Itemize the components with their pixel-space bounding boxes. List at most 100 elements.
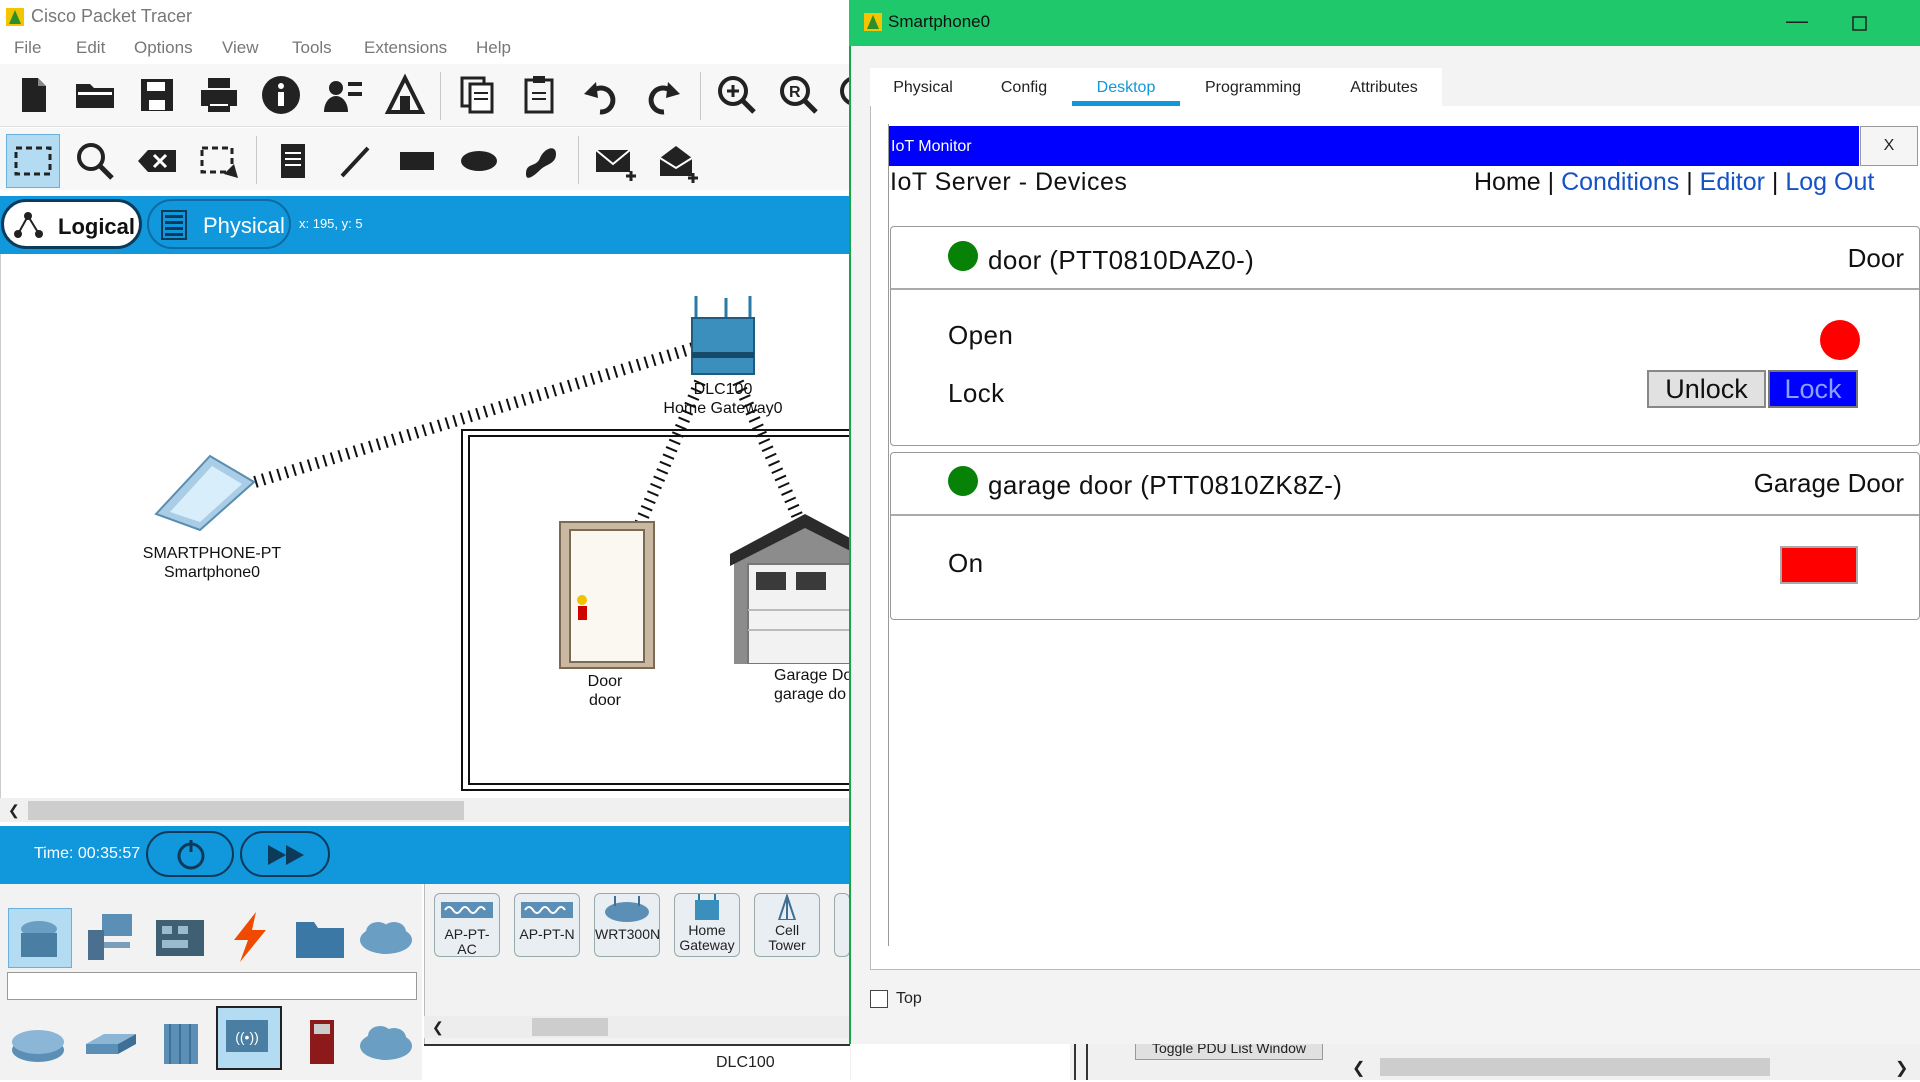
logical-mode-button[interactable]: Logical <box>1 199 142 249</box>
draw-line-icon[interactable] <box>330 136 380 186</box>
hubs-category[interactable] <box>150 1014 210 1072</box>
home-gateway-icon <box>695 894 719 920</box>
iot-close-button[interactable]: X <box>1860 126 1918 166</box>
packet-tracer-logo-icon <box>4 6 26 28</box>
fast-forward-time-button[interactable] <box>240 831 330 877</box>
smartphone-name: Smartphone0 <box>163 564 261 581</box>
card-divider <box>891 288 1919 290</box>
menu-file[interactable]: File <box>14 38 41 58</box>
device-wrt300n[interactable]: WRT300N <box>594 893 660 957</box>
cursor-coordinates: x: 195, y: 5 <box>299 216 363 231</box>
wireless-devices-category-selected[interactable]: ((•)) <box>216 1006 282 1070</box>
complex-pdu-icon[interactable] <box>652 136 702 186</box>
redo-icon[interactable] <box>638 70 688 120</box>
home-gateway-device-icon[interactable] <box>686 292 760 384</box>
simple-pdu-icon[interactable] <box>590 136 640 186</box>
tab-attributes[interactable]: Attributes <box>1326 70 1442 106</box>
switches-category[interactable] <box>80 1014 140 1072</box>
freeform-icon[interactable] <box>516 136 566 186</box>
menu-help[interactable]: Help <box>476 38 511 58</box>
physical-mode-button[interactable]: Physical <box>147 199 291 249</box>
smartphone-window-title: Smartphone0 <box>888 12 991 31</box>
lock-button[interactable]: Lock <box>1768 370 1858 408</box>
tab-physical[interactable]: Physical <box>870 70 976 106</box>
device-home-gateway[interactable]: Home Gateway <box>674 893 740 957</box>
workspace-scroll-thumb[interactable] <box>28 801 464 820</box>
smartphone-window-titlebar[interactable] <box>849 0 1920 46</box>
nav-separator: | <box>1547 168 1555 196</box>
paste-icon[interactable] <box>514 70 564 120</box>
select-icon[interactable] <box>8 136 58 186</box>
door-device-icon[interactable] <box>558 520 656 670</box>
save-icon[interactable] <box>132 70 182 120</box>
garage-on-label: On <box>948 548 984 578</box>
undo-icon[interactable] <box>576 70 626 120</box>
menu-tools[interactable]: Tools <box>292 38 332 58</box>
tab-programming[interactable]: Programming <box>1180 70 1326 106</box>
device-ap-pt-n[interactable]: AP-PT-N <box>514 893 580 957</box>
miscellaneous-category[interactable] <box>290 908 350 966</box>
menu-options[interactable]: Options <box>134 38 193 58</box>
menu-view[interactable]: View <box>222 38 259 58</box>
nav-home-link[interactable]: Home <box>1474 168 1541 196</box>
iot-nav: Home | Conditions | Editor | Log Out <box>1474 168 1874 197</box>
pdu-scroll-left-icon[interactable]: ❮ <box>1352 1058 1372 1078</box>
open-folder-icon[interactable] <box>70 70 120 120</box>
ellipse-icon[interactable] <box>454 136 504 186</box>
iot-page-heading: IoT Server - Devices <box>890 168 1128 196</box>
rectangle-icon[interactable] <box>392 136 442 186</box>
lightning-icon <box>234 912 266 962</box>
menu-edit[interactable]: Edit <box>76 38 105 58</box>
copy-icon[interactable] <box>452 70 502 120</box>
end-devices-icon <box>88 914 132 960</box>
device-list-scrollbar[interactable] <box>424 1016 850 1038</box>
unlock-button[interactable]: Unlock <box>1647 370 1766 408</box>
device-cell-tower[interactable]: Cell Tower <box>754 892 820 957</box>
delete-icon[interactable] <box>132 136 182 186</box>
device-scroll-left-icon[interactable]: ❮ <box>432 1019 444 1036</box>
new-file-icon[interactable] <box>8 70 58 120</box>
menu-extensions[interactable]: Extensions <box>364 38 447 58</box>
access-point-icon <box>441 902 493 918</box>
multiuser-category[interactable] <box>356 908 416 966</box>
always-on-top-label: Top <box>896 990 922 1007</box>
routers-category[interactable] <box>8 1014 68 1072</box>
end-devices-category[interactable] <box>80 908 140 966</box>
door-model: Door <box>587 673 623 690</box>
minimize-icon[interactable]: — <box>1780 6 1814 40</box>
pdu-scroll-right-icon[interactable]: ❯ <box>1895 1058 1915 1078</box>
power-cycle-devices-button[interactable] <box>146 831 234 877</box>
connections-category[interactable] <box>220 908 280 966</box>
components-category[interactable] <box>150 908 210 966</box>
nav-logout-link[interactable]: Log Out <box>1785 168 1874 196</box>
nav-conditions-link[interactable]: Conditions <box>1561 168 1679 196</box>
device-ap-pt-ac[interactable]: AP-PT-AC <box>434 893 500 957</box>
device-more-partial[interactable] <box>834 893 850 957</box>
zoom-in-icon[interactable] <box>712 70 762 120</box>
device-search-input[interactable] <box>7 972 417 1000</box>
pdu-scroll-thumb[interactable] <box>1380 1058 1770 1076</box>
smartphone-model: SMARTPHONE-PT <box>142 545 282 562</box>
security-category[interactable] <box>290 1014 350 1072</box>
print-icon[interactable] <box>194 70 244 120</box>
info-icon[interactable] <box>256 70 306 120</box>
smartphone-device-icon[interactable] <box>150 452 260 532</box>
network-info-icon[interactable] <box>318 70 368 120</box>
maximize-icon[interactable] <box>1842 6 1876 40</box>
network-devices-category-selected[interactable] <box>8 908 72 968</box>
note-icon[interactable] <box>268 136 318 186</box>
wan-emulation-category[interactable] <box>356 1014 416 1072</box>
zoom-out-icon[interactable] <box>834 70 850 120</box>
resize-shape-icon[interactable] <box>194 136 244 186</box>
nav-editor-link[interactable]: Editor <box>1700 168 1765 196</box>
always-on-top-checkbox[interactable] <box>870 990 888 1008</box>
tab-config[interactable]: Config <box>976 70 1072 106</box>
garage-door-device-icon[interactable] <box>730 514 850 664</box>
garage-door-device-name[interactable]: garage door (PTT0810ZK8Z-) <box>988 470 1342 501</box>
zoom-reset-icon[interactable]: R <box>774 70 824 120</box>
scroll-left-arrow-icon[interactable]: ❮ <box>8 802 20 819</box>
door-device-name[interactable]: door (PTT0810DAZ0-) <box>988 245 1254 276</box>
palette-icon[interactable] <box>380 70 430 120</box>
device-list-scroll-thumb[interactable] <box>532 1018 608 1036</box>
inspect-icon[interactable] <box>70 136 120 186</box>
